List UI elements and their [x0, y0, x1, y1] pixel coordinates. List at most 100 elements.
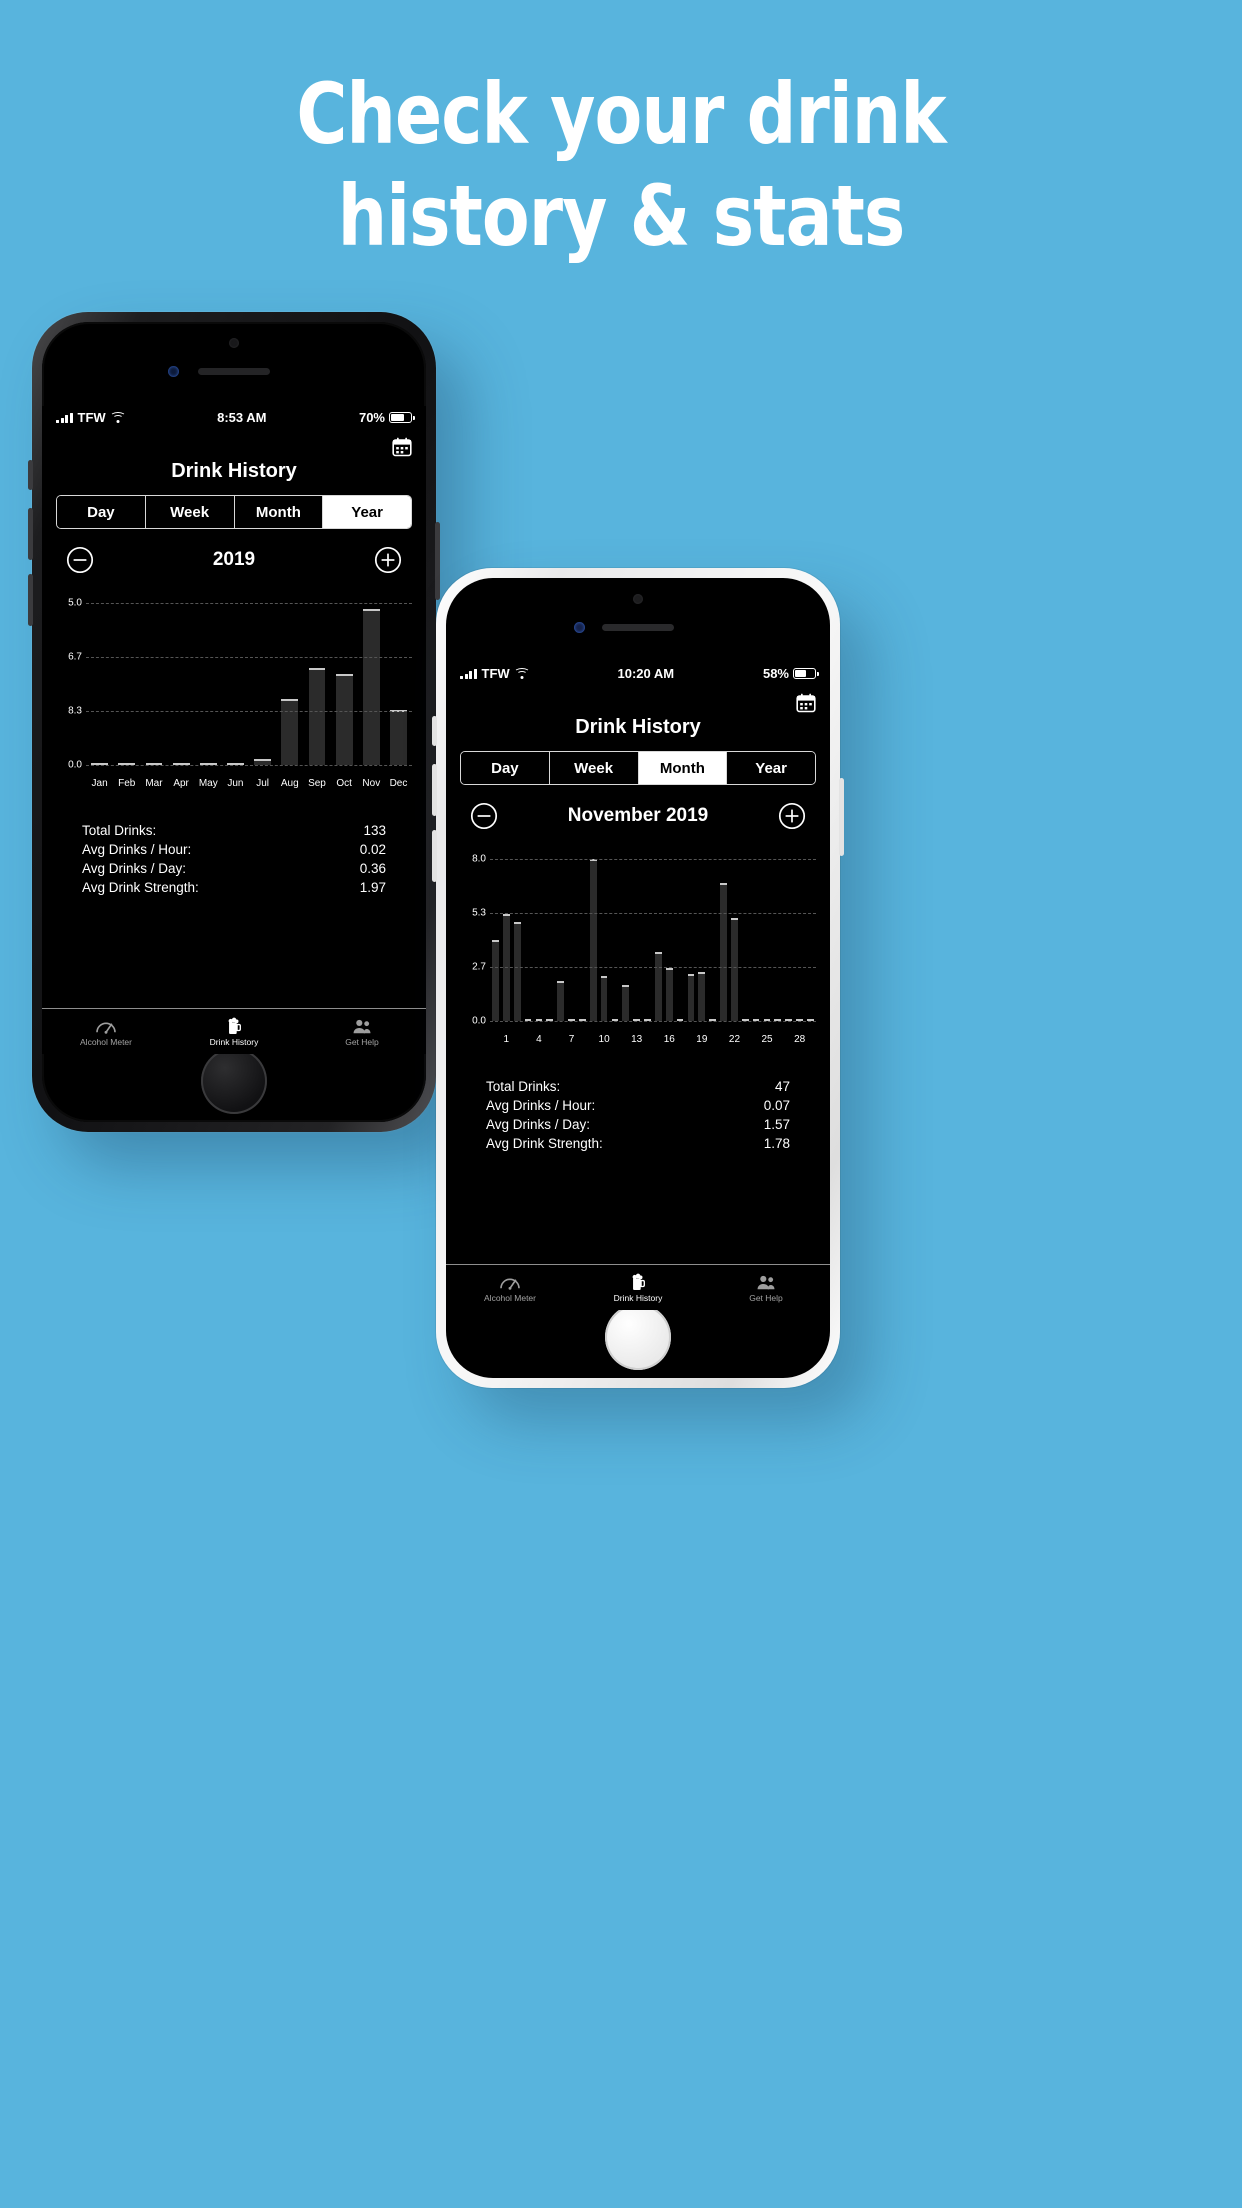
- stat-value: 0.36: [359, 861, 386, 877]
- chart-bars: [490, 859, 816, 1021]
- bar-slot: [653, 859, 664, 1021]
- segment-week[interactable]: Week: [145, 496, 235, 528]
- gridline: [86, 711, 412, 712]
- calendar-icon[interactable]: [392, 437, 412, 457]
- volume-down-button[interactable]: [28, 574, 33, 626]
- y-axis-tick-label: 0.0: [472, 1015, 486, 1027]
- phone-top-hardware: [42, 322, 426, 406]
- mute-switch[interactable]: [28, 460, 33, 490]
- x-axis-tick-label: May: [198, 778, 218, 789]
- x-axis-tick-label: 22: [728, 1034, 741, 1045]
- stat-row: Avg Drink Strength: 1.78: [486, 1134, 790, 1153]
- minus-circle-icon[interactable]: [66, 546, 94, 574]
- chart-bar: [622, 984, 630, 1021]
- volume-up-button[interactable]: [432, 764, 437, 816]
- tab-bar: Alcohol Meter Drink History Get Help: [42, 1008, 426, 1054]
- x-axis-tick-label: 13: [631, 1034, 643, 1045]
- tab-label: Alcohol Meter: [484, 1292, 536, 1303]
- segment-day[interactable]: Day: [461, 752, 550, 784]
- status-bar: TFW 8:53 AM 70%: [42, 406, 426, 429]
- proximity-sensor-icon: [633, 594, 643, 604]
- segment-year[interactable]: Year: [727, 752, 815, 784]
- home-button[interactable]: [605, 1304, 671, 1370]
- bar-slot: [718, 859, 729, 1021]
- bar-slot: [113, 603, 140, 765]
- segment-month[interactable]: Month: [234, 496, 324, 528]
- minus-circle-icon[interactable]: [470, 802, 498, 830]
- bar-slot: [490, 859, 501, 1021]
- nav-bar: Drink History: [42, 429, 426, 491]
- y-axis-tick-label: 5.3: [472, 907, 486, 919]
- bar-slot: [609, 859, 620, 1021]
- y-axis-tick-label: 6.7: [68, 651, 82, 663]
- chart-bar: [654, 952, 662, 1021]
- power-button[interactable]: [435, 522, 440, 600]
- stat-label: Avg Drinks / Day:: [486, 1117, 591, 1133]
- stat-label: Avg Drink Strength:: [486, 1136, 603, 1152]
- status-time: 8:53 AM: [217, 410, 267, 425]
- mute-switch[interactable]: [432, 716, 437, 746]
- tab-alcohol-meter[interactable]: Alcohol Meter: [42, 1009, 170, 1054]
- stat-label: Total Drinks:: [82, 823, 157, 838]
- tab-alcohol-meter[interactable]: Alcohol Meter: [446, 1265, 574, 1310]
- battery-icon: [793, 668, 819, 679]
- volume-up-button[interactable]: [28, 508, 33, 560]
- bar-slot: [86, 603, 113, 765]
- calendar-icon[interactable]: [796, 693, 816, 713]
- tab-drink-history[interactable]: Drink History: [574, 1265, 702, 1310]
- tab-label: Drink History: [209, 1036, 259, 1047]
- chart-bar: [665, 968, 673, 1021]
- y-axis-tick-label: 0.0: [68, 759, 82, 771]
- plus-circle-icon[interactable]: [374, 546, 402, 574]
- segment-year[interactable]: Year: [323, 496, 411, 528]
- gridline: [490, 913, 816, 914]
- bar-slot: [385, 603, 412, 765]
- period-segmented-control[interactable]: Day Week Month Year: [56, 495, 412, 529]
- tab-drink-history[interactable]: Drink History: [170, 1009, 298, 1054]
- x-axis-tick-label: 28: [794, 1034, 806, 1045]
- status-bar: TFW 10:20 AM 58%: [446, 662, 830, 685]
- phone-top-hardware: [446, 578, 830, 662]
- phone-screen-glass-light: TFW 10:20 AM 58% Drink History Day Week …: [446, 578, 830, 1378]
- power-button[interactable]: [839, 778, 844, 856]
- wifi-icon: [111, 412, 125, 423]
- home-button[interactable]: [201, 1048, 267, 1114]
- bar-slot: [195, 603, 222, 765]
- volume-down-button[interactable]: [432, 830, 437, 882]
- app-screen-light: TFW 10:20 AM 58% Drink History Day Week …: [446, 662, 830, 1310]
- bar-slot: [707, 859, 718, 1021]
- period-label: November 2019: [567, 805, 709, 826]
- tab-label: Alcohol Meter: [80, 1036, 132, 1047]
- battery-icon: [389, 412, 415, 423]
- page-title: Drink History: [171, 460, 297, 482]
- stat-row: Avg Drinks / Hour: 0.07: [486, 1096, 790, 1115]
- y-axis-tick-label: 2.7: [472, 961, 486, 973]
- segment-month[interactable]: Month: [638, 752, 728, 784]
- gridline: [490, 1021, 816, 1022]
- front-camera-icon: [168, 366, 179, 377]
- gridline: [490, 967, 816, 968]
- stat-value: 0.02: [359, 842, 386, 858]
- plus-circle-icon[interactable]: [778, 802, 806, 830]
- segment-day[interactable]: Day: [57, 496, 146, 528]
- tab-get-help[interactable]: Get Help: [298, 1009, 426, 1054]
- chart-plot-area: [490, 859, 816, 1022]
- stats-summary: Total Drinks: 47 Avg Drinks / Hour: 0.07…: [486, 1077, 790, 1154]
- x-axis-tick-label: 4: [536, 1034, 542, 1045]
- headline-line-2: history & stats: [337, 167, 906, 265]
- bar-slot: [512, 859, 523, 1021]
- chart-x-axis-labels: Jan Feb Mar Apr May Jun Jul Aug Sep Oct Nov Dec: [86, 778, 412, 789]
- tab-bar: Alcohol Meter Drink History Get Help: [446, 1264, 830, 1310]
- chart-x-axis-labels: 1 4 7 10 13 16 19 22 25 28: [490, 1034, 816, 1045]
- tab-label: Get Help: [749, 1292, 783, 1303]
- x-axis-tick-label: 19: [696, 1034, 708, 1045]
- front-camera-icon: [574, 622, 585, 633]
- tab-get-help[interactable]: Get Help: [702, 1265, 830, 1310]
- chart-bar: [492, 940, 499, 1021]
- chart-bars: [86, 603, 412, 765]
- x-axis-tick-label: 25: [761, 1034, 773, 1045]
- segment-week[interactable]: Week: [549, 752, 639, 784]
- promo-headline: Check your drink history & stats: [50, 72, 1193, 258]
- stat-row: Avg Drinks / Day: 0.36: [82, 859, 386, 878]
- period-segmented-control[interactable]: Day Week Month Year: [460, 751, 816, 785]
